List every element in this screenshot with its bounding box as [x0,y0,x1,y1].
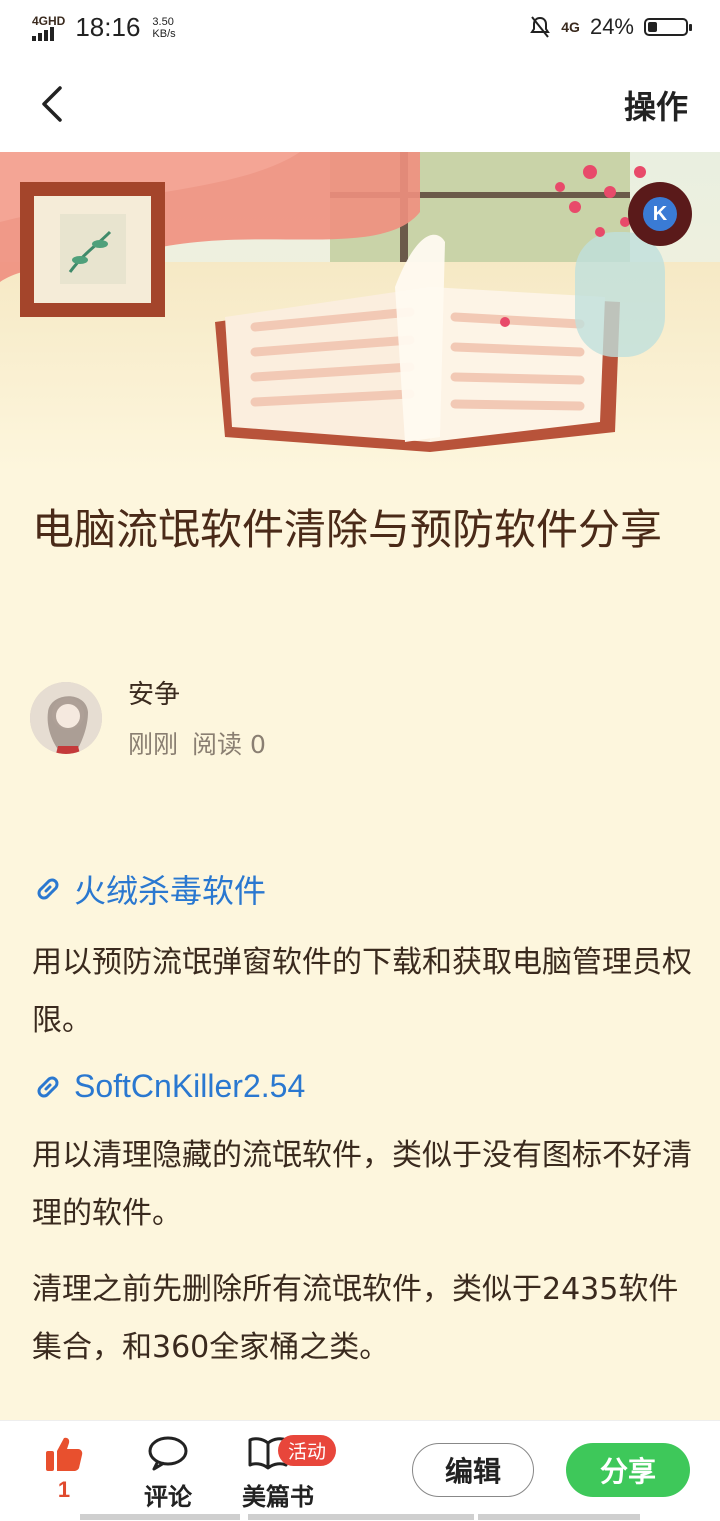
cover-illustration [0,152,720,472]
comment-label: 评论 [144,1483,192,1511]
network-speed: 3.50 KB/s [152,16,175,40]
link-text[interactable]: SoftCnKiller2.54 [74,1068,305,1105]
speed-unit: KB/s [152,27,176,40]
mute-bell-icon [530,16,551,38]
battery-percent: 24% [589,14,634,39]
speed-value: 3.50 [152,15,174,28]
link-softcnkiller[interactable]: SoftCnKiller2.54 [32,1068,692,1105]
paragraph: 用以预防流氓弹窗软件的下载和获取电脑管理员权限。 [32,945,692,1038]
comment-icon [148,1436,188,1471]
activity-badge: 活动 [278,1435,337,1466]
gesture-bar [478,1514,640,1520]
book-label: 美篇书 [242,1483,314,1511]
edit-button[interactable]: 编辑 [412,1443,534,1497]
clock: 18:16 [75,12,141,42]
k-logo-icon: K [643,197,677,231]
thumbs-up-icon [46,1437,83,1471]
avatar-image [30,681,102,754]
link-text[interactable]: 火绒杀毒软件 [74,866,266,912]
link-huorong[interactable]: 火绒杀毒软件 [32,866,692,912]
gesture-bar [80,1514,240,1520]
article-body: 火绒杀毒软件 用以预防流氓弹窗软件的下载和获取电脑管理员权限。 SoftCnKi… [32,866,692,1395]
network-type-right: 4G [561,19,580,35]
bottom-action-bar: 1 评论 活动 美篇书 编辑 分享 [0,1420,720,1521]
operate-button[interactable]: 操作 [624,82,688,128]
status-bar: 4GHD 18:16 3.50 KB/s 4G 24% [0,0,720,56]
share-button[interactable]: 分享 [566,1443,690,1497]
avatar[interactable] [30,681,102,754]
top-nav: 操作 [0,56,720,152]
battery-icon [644,18,692,36]
chevron-left-icon [42,86,62,122]
paragraph: 用以清理隐藏的流氓软件，类似于没有图标不好清理的软件。 [32,1138,692,1231]
author-name[interactable]: 安争 [128,674,266,711]
like-count: 1 [57,1477,71,1502]
status-left: 4GHD 18:16 3.50 KB/s [32,12,176,43]
posted-time: 刚刚 [128,730,179,759]
article-meta: 刚刚 阅读 0 [128,725,266,761]
comment-button[interactable]: 评论 [144,1435,192,1512]
status-right: 4G 24% [529,14,692,40]
author-block: 安争 刚刚 阅读 0 [30,674,266,761]
like-button[interactable]: 1 [44,1435,84,1503]
back-button[interactable] [34,82,74,126]
book-button[interactable]: 活动 美篇书 [242,1435,337,1512]
paragraph: 清理之前先删除所有流氓软件，类似于2435软件集合，和360全家桶之类。 [32,1272,679,1365]
k-float-button[interactable]: K [628,182,692,246]
article-title: 电脑流氓软件清除与预防软件分享 [32,505,663,554]
cover-image: K [0,152,720,472]
gesture-bar [248,1514,474,1520]
signal-icon: 4GHD [32,15,65,41]
read-count: 阅读 0 [192,730,266,759]
network-type: 4GHD [32,13,66,28]
link-icon [37,1076,59,1097]
link-icon [37,878,59,900]
